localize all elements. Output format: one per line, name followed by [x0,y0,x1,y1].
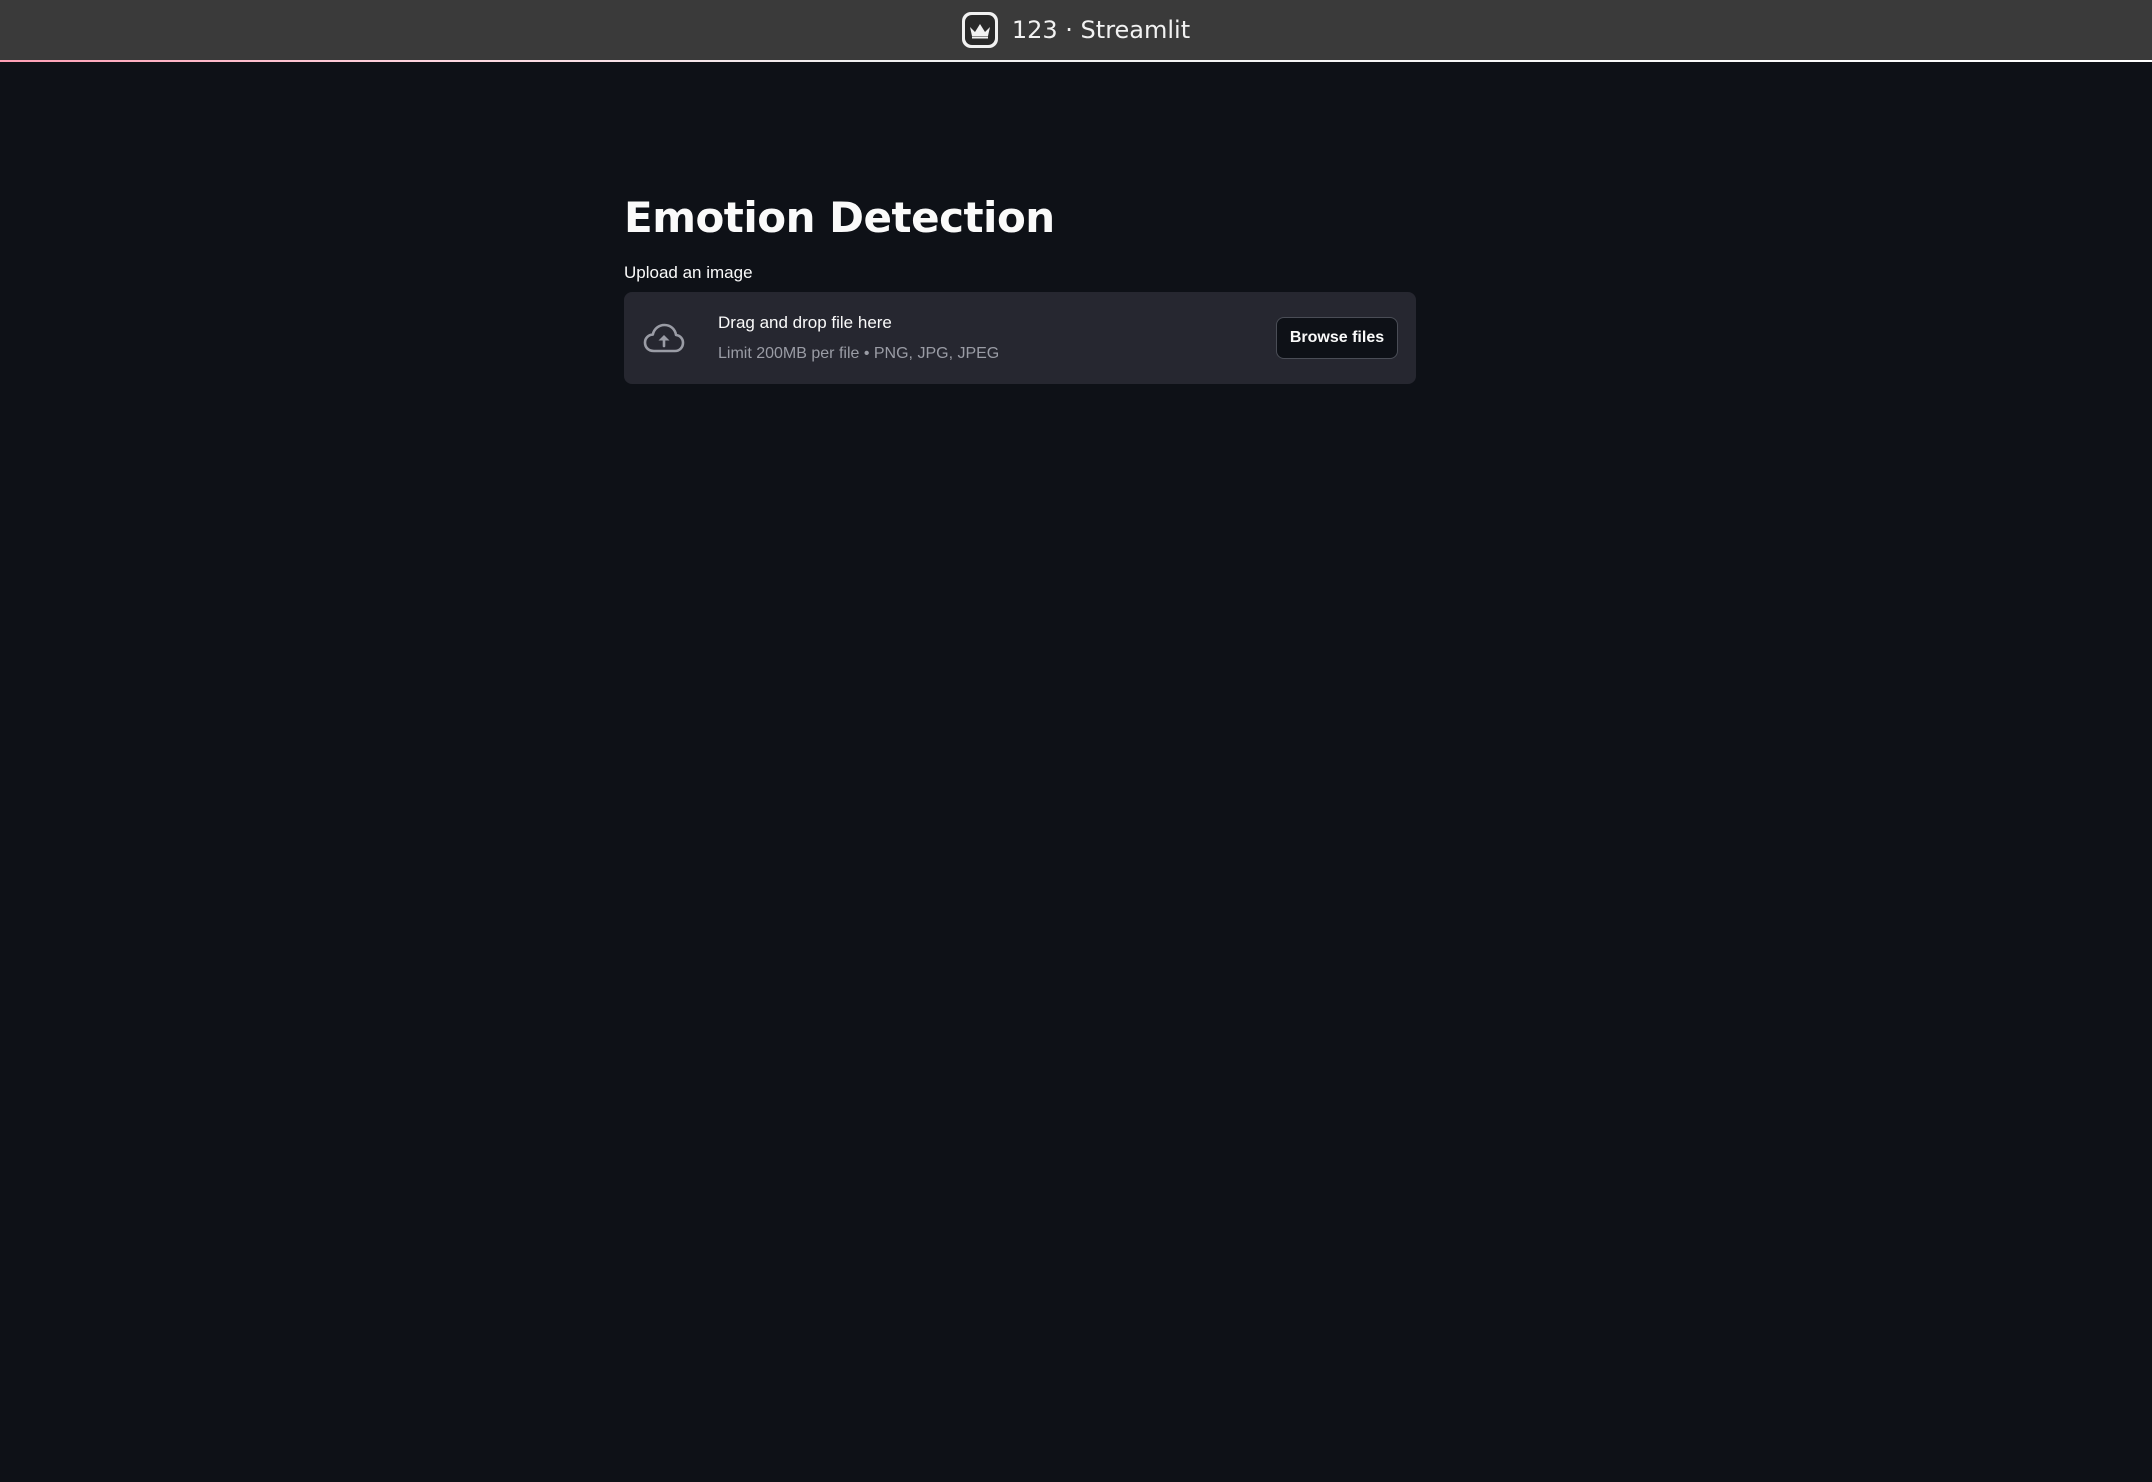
dropzone-text: Drag and drop file here Limit 200MB per … [718,312,1276,364]
file-dropzone[interactable]: Drag and drop file here Limit 200MB per … [624,292,1416,384]
main-content: Emotion Detection Upload an image Drag a… [624,190,1416,384]
window-title-group: 123 · Streamlit [961,12,1191,48]
streamlit-crown-icon [961,12,998,48]
dropzone-instructions: Drag and drop file here [718,313,892,332]
file-uploader-label: Upload an image [624,263,753,282]
page-title: Emotion Detection [624,193,1055,242]
browse-files-button[interactable]: Browse files [1276,317,1398,359]
window-titlebar: 123 · Streamlit [0,0,2152,60]
window-title: 123 · Streamlit [1011,16,1191,44]
header-accent-line [0,60,2152,62]
cloud-upload-icon [642,316,686,360]
dropzone-limit-text: Limit 200MB per file • PNG, JPG, JPEG [718,345,1000,362]
